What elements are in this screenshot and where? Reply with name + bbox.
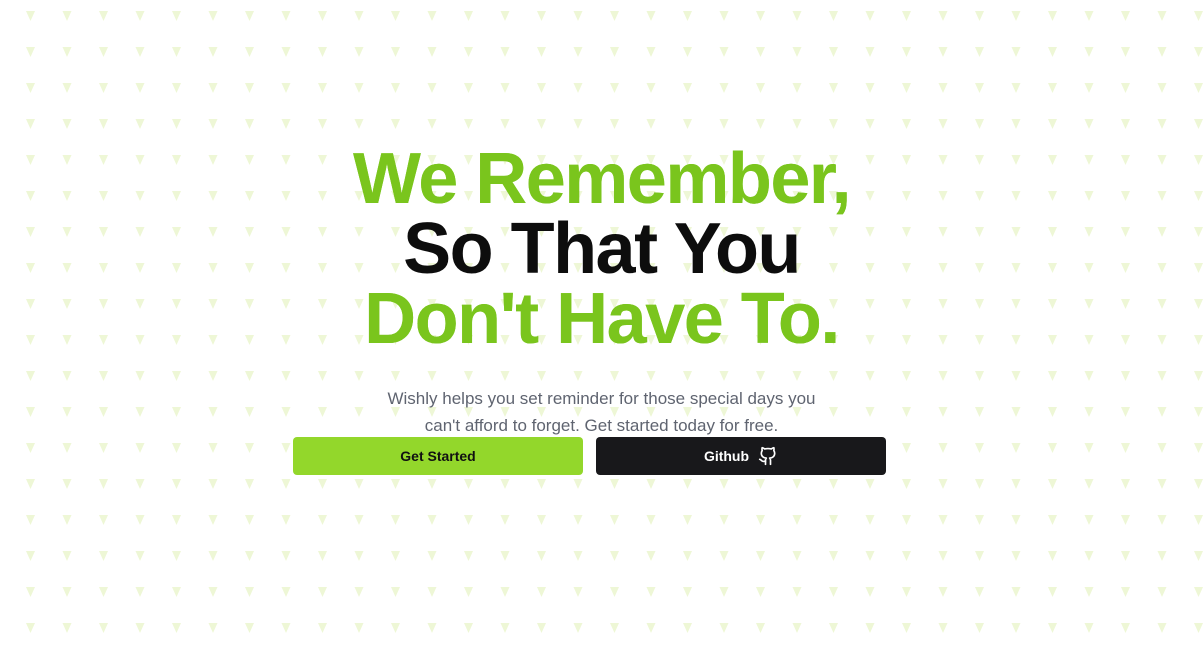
headline-line-3: Don't Have To. — [0, 283, 1203, 355]
get-started-button[interactable]: Get Started — [293, 437, 583, 475]
hero-subtitle-line-2: can't afford to forget. Get started toda… — [424, 416, 779, 435]
get-started-label: Get Started — [400, 448, 476, 464]
headline-line-1: We Remember, — [0, 143, 1203, 215]
hero-subtitle-line-1: Wishly helps you set reminder for those … — [387, 389, 816, 408]
hero-section: We Remember, So That You Don't Have To. … — [0, 0, 1203, 647]
github-label: Github — [703, 448, 750, 464]
headline-line-2: So That You — [403, 209, 801, 289]
github-icon — [758, 446, 776, 466]
github-button[interactable]: Github — [596, 437, 886, 475]
